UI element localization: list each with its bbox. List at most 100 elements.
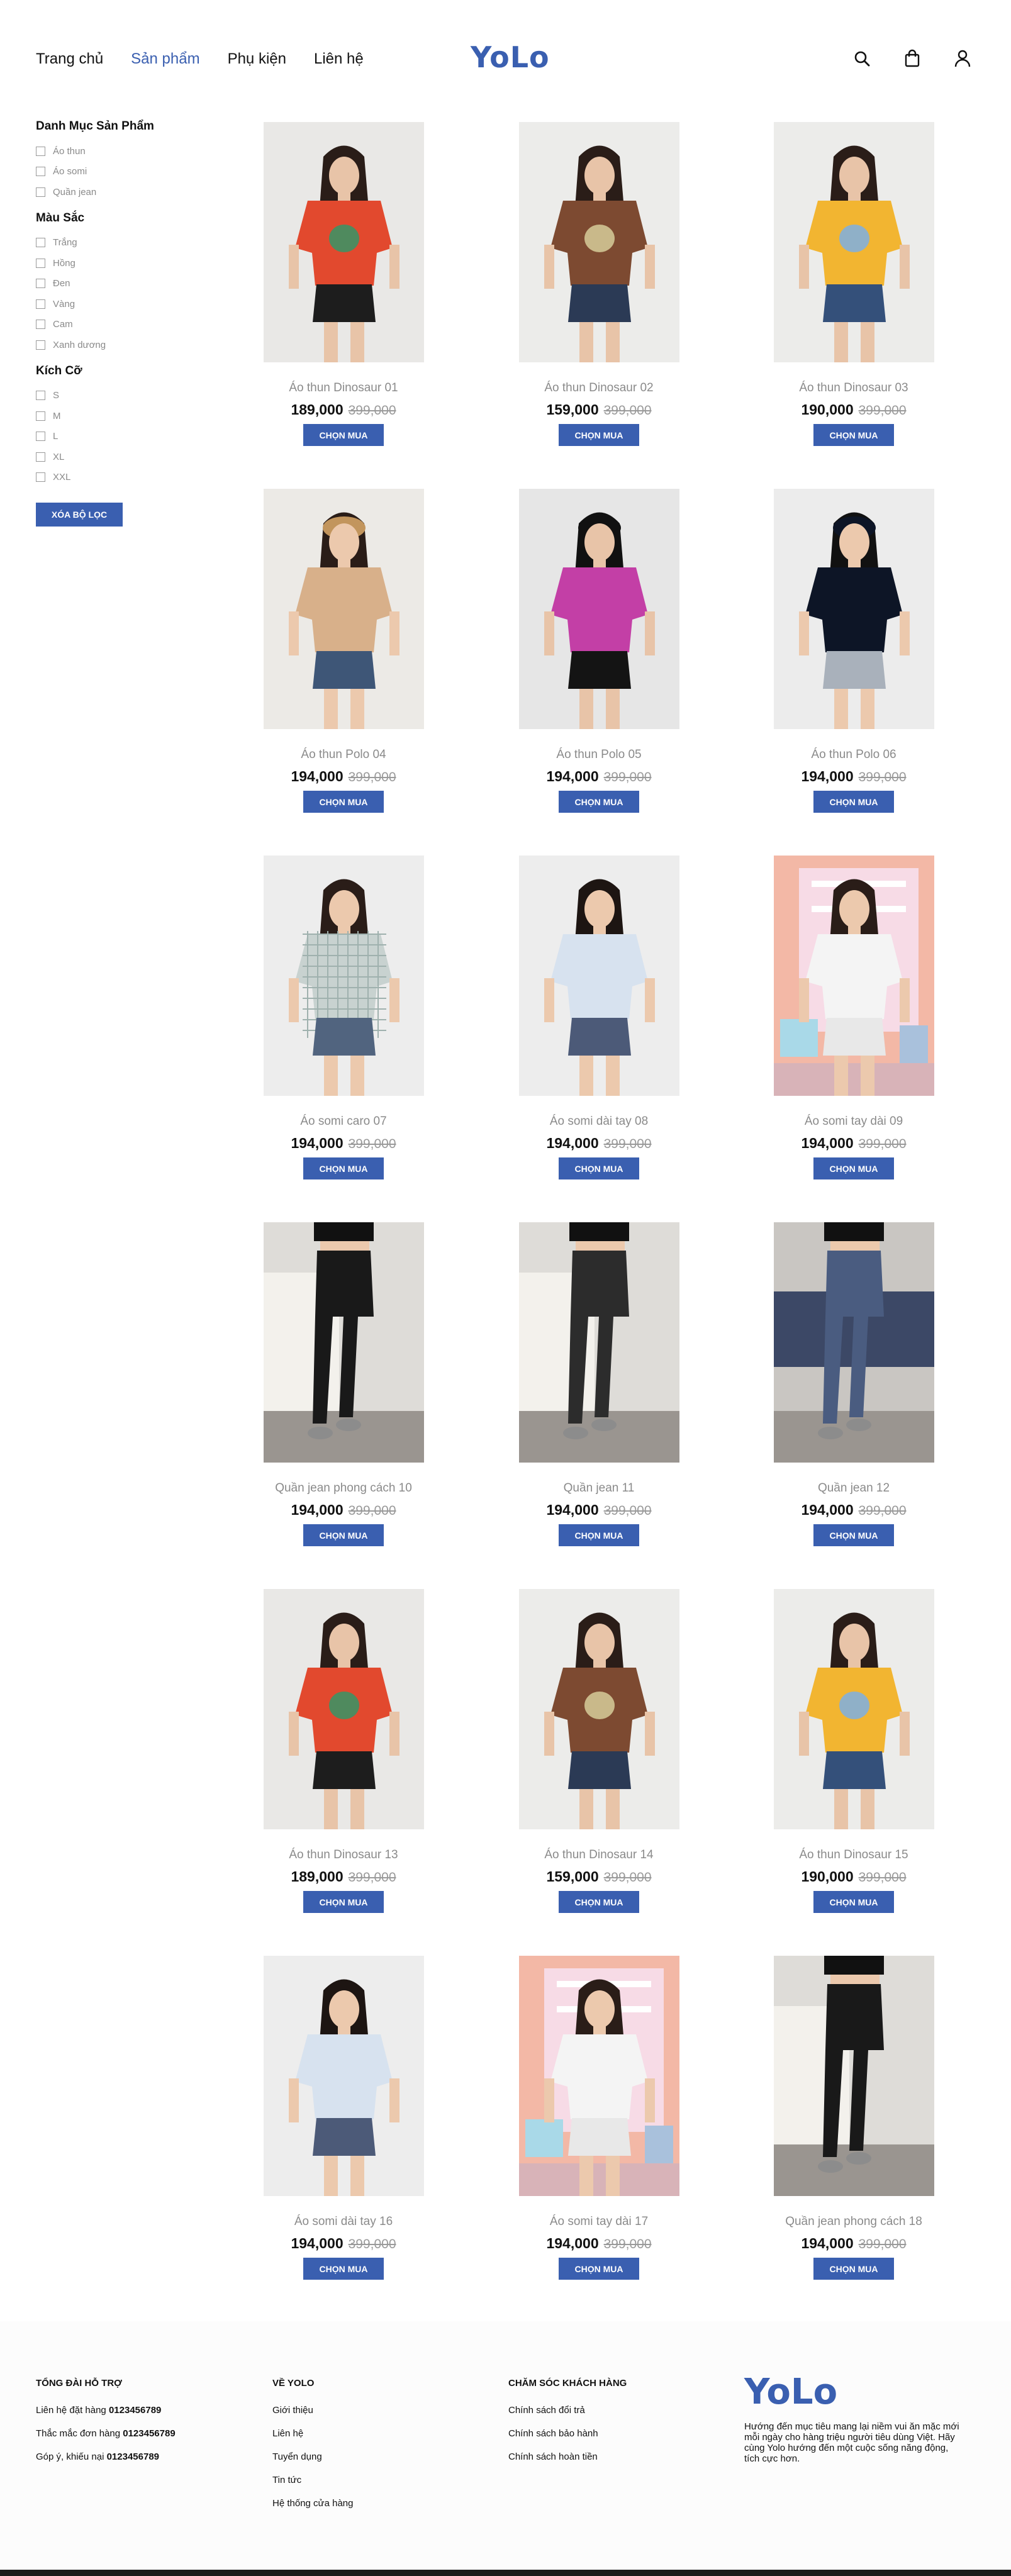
product-card[interactable]: Áo thun Dinosaur 13 189,000 399,000 CHỌN MU…	[218, 1589, 469, 1913]
checkbox[interactable]	[36, 238, 45, 248]
support-phone[interactable]: 0123456789	[107, 2451, 159, 2462]
search-icon[interactable]	[851, 48, 873, 69]
product-image[interactable]	[263, 1222, 424, 1463]
buy-button[interactable]: CHỌN MUA	[813, 1891, 894, 1913]
buy-button[interactable]: CHỌN MUA	[559, 791, 639, 813]
product-name[interactable]: Áo thun Polo 06	[728, 747, 980, 763]
product-card[interactable]: Áo thun Dinosaur 14 159,000 399,000 CHỌN MU…	[473, 1589, 725, 1913]
buy-button[interactable]: CHỌN MUA	[559, 1891, 639, 1913]
product-image[interactable]	[773, 122, 934, 362]
product-card[interactable]: Áo thun Polo 06 194,000 399,000 CHỌN MUA	[728, 489, 980, 813]
clear-filter-button[interactable]: XÓA BỘ LỌC	[36, 503, 123, 527]
footer-link-refund[interactable]: Chính sách hoàn tiền	[508, 2451, 627, 2475]
buy-button[interactable]: CHỌN MUA	[559, 1524, 639, 1546]
buy-button[interactable]: CHỌN MUA	[559, 424, 639, 446]
product-card[interactable]: Quần jean 11 194,000 399,000 CHỌN MUA	[473, 1222, 725, 1546]
buy-button[interactable]: CHỌN MUA	[813, 1524, 894, 1546]
buy-button[interactable]: CHỌN MUA	[813, 424, 894, 446]
product-card[interactable]: Áo thun Dinosaur 03 190,000 399,000 CHỌN MU…	[728, 122, 980, 446]
product-name[interactable]: Áo somi caro 07	[218, 1113, 469, 1130]
footer-logo[interactable]: YoLo	[744, 2372, 961, 2412]
filter-option-ao-thun[interactable]: Áo thun	[36, 141, 193, 162]
product-image[interactable]	[773, 1222, 934, 1463]
filter-option-trang[interactable]: Trắng	[36, 233, 193, 254]
filter-option-l[interactable]: L	[36, 427, 193, 447]
footer-link-stores[interactable]: Hệ thống cửa hàng	[272, 2498, 353, 2521]
product-card[interactable]: Quần jean phong cách 10 194,000 399,000 CHỌ…	[218, 1222, 469, 1546]
product-name[interactable]: Áo thun Dinosaur 15	[728, 1847, 980, 1863]
product-image[interactable]	[518, 1222, 679, 1463]
footer-link-news[interactable]: Tin tức	[272, 2475, 353, 2498]
footer-link-about[interactable]: Giới thiệu	[272, 2405, 353, 2428]
product-name[interactable]: Áo somi dài tay 16	[218, 2214, 469, 2230]
filter-option-xl[interactable]: XL	[36, 447, 193, 467]
support-phone[interactable]: 0123456789	[109, 2405, 161, 2416]
buy-button[interactable]: CHỌN MUA	[303, 2258, 384, 2280]
buy-button[interactable]: CHỌN MUA	[303, 791, 384, 813]
checkbox[interactable]	[36, 258, 45, 268]
buy-button[interactable]: CHỌN MUA	[303, 1524, 384, 1546]
product-name[interactable]: Áo somi tay dài 09	[728, 1113, 980, 1130]
product-image[interactable]	[518, 1956, 679, 2196]
checkbox[interactable]	[36, 279, 45, 289]
product-image[interactable]	[773, 1589, 934, 1829]
product-card[interactable]: Áo somi dài tay 08 194,000 399,000 CHỌN MUA	[473, 856, 725, 1179]
checkbox[interactable]	[36, 167, 45, 177]
user-icon[interactable]	[952, 48, 973, 69]
site-logo[interactable]: YoLo	[471, 40, 550, 74]
footer-link-returns[interactable]: Chính sách đổi trả	[508, 2405, 627, 2428]
checkbox[interactable]	[36, 146, 45, 156]
product-image[interactable]	[263, 489, 424, 729]
checkbox[interactable]	[36, 411, 45, 421]
product-name[interactable]: Quần jean 12	[728, 1480, 980, 1497]
nav-products[interactable]: Sản phẩm	[131, 50, 199, 68]
product-name[interactable]: Áo somi tay dài 17	[473, 2214, 725, 2230]
product-name[interactable]: Áo thun Dinosaur 14	[473, 1847, 725, 1863]
filter-option-den[interactable]: Đen	[36, 274, 193, 294]
product-name[interactable]: Áo thun Polo 04	[218, 747, 469, 763]
product-card[interactable]: Áo thun Dinosaur 02 159,000 399,000 CHỌN MU…	[473, 122, 725, 446]
product-card[interactable]: Quần jean 12 194,000 399,000 CHỌN MUA	[728, 1222, 980, 1546]
buy-button[interactable]: CHỌN MUA	[813, 1157, 894, 1179]
footer-link-warranty[interactable]: Chính sách bảo hành	[508, 2428, 627, 2451]
filter-option-xanh-duong[interactable]: Xanh dương	[36, 335, 193, 355]
product-card[interactable]: Áo thun Polo 04 194,000 399,000 CHỌN MUA	[218, 489, 469, 813]
checkbox[interactable]	[36, 391, 45, 401]
product-name[interactable]: Áo thun Dinosaur 01	[218, 380, 469, 396]
product-name[interactable]: Áo thun Dinosaur 13	[218, 1847, 469, 1863]
nav-accessories[interactable]: Phụ kiện	[228, 50, 286, 68]
nav-home[interactable]: Trang chủ	[36, 50, 103, 68]
product-image[interactable]	[263, 856, 424, 1096]
filter-option-m[interactable]: M	[36, 406, 193, 427]
product-image[interactable]	[518, 122, 679, 362]
footer-link-careers[interactable]: Tuyển dụng	[272, 2451, 353, 2475]
filter-option-xxl[interactable]: XXL	[36, 467, 193, 488]
checkbox[interactable]	[36, 340, 45, 350]
product-image[interactable]	[263, 122, 424, 362]
product-image[interactable]	[773, 856, 934, 1096]
checkbox[interactable]	[36, 320, 45, 330]
product-card[interactable]: Áo thun Dinosaur 01 189,000 399,000 CHỌN MU…	[218, 122, 469, 446]
buy-button[interactable]: CHỌN MUA	[813, 791, 894, 813]
filter-option-quan-jean[interactable]: Quần jean	[36, 182, 193, 203]
product-name[interactable]: Áo somi dài tay 08	[473, 1113, 725, 1130]
product-card[interactable]: Quần jean phong cách 18 194,000 399,000 CHỌ…	[728, 1956, 980, 2280]
nav-contact[interactable]: Liên hệ	[314, 50, 364, 68]
product-card[interactable]: Áo thun Dinosaur 15 190,000 399,000 CHỌN MU…	[728, 1589, 980, 1913]
buy-button[interactable]: CHỌN MUA	[303, 1891, 384, 1913]
product-name[interactable]: Quần jean phong cách 10	[218, 1480, 469, 1497]
product-image[interactable]	[773, 1956, 934, 2196]
shopping-bag-icon[interactable]	[902, 48, 923, 69]
product-card[interactable]: Áo somi caro 07 194,000 399,000 CHỌN MUA	[218, 856, 469, 1179]
checkbox[interactable]	[36, 472, 45, 482]
product-card[interactable]: Áo somi dài tay 16 194,000 399,000 CHỌN MUA	[218, 1956, 469, 2280]
product-name[interactable]: Áo thun Dinosaur 02	[473, 380, 725, 396]
checkbox[interactable]	[36, 432, 45, 442]
product-image[interactable]	[263, 1956, 424, 2196]
product-image[interactable]	[518, 856, 679, 1096]
product-name[interactable]: Quần jean 11	[473, 1480, 725, 1497]
filter-option-s[interactable]: S	[36, 386, 193, 406]
filter-option-cam[interactable]: Cam	[36, 315, 193, 335]
product-name[interactable]: Quần jean phong cách 18	[728, 2214, 980, 2230]
support-phone[interactable]: 0123456789	[123, 2428, 175, 2439]
